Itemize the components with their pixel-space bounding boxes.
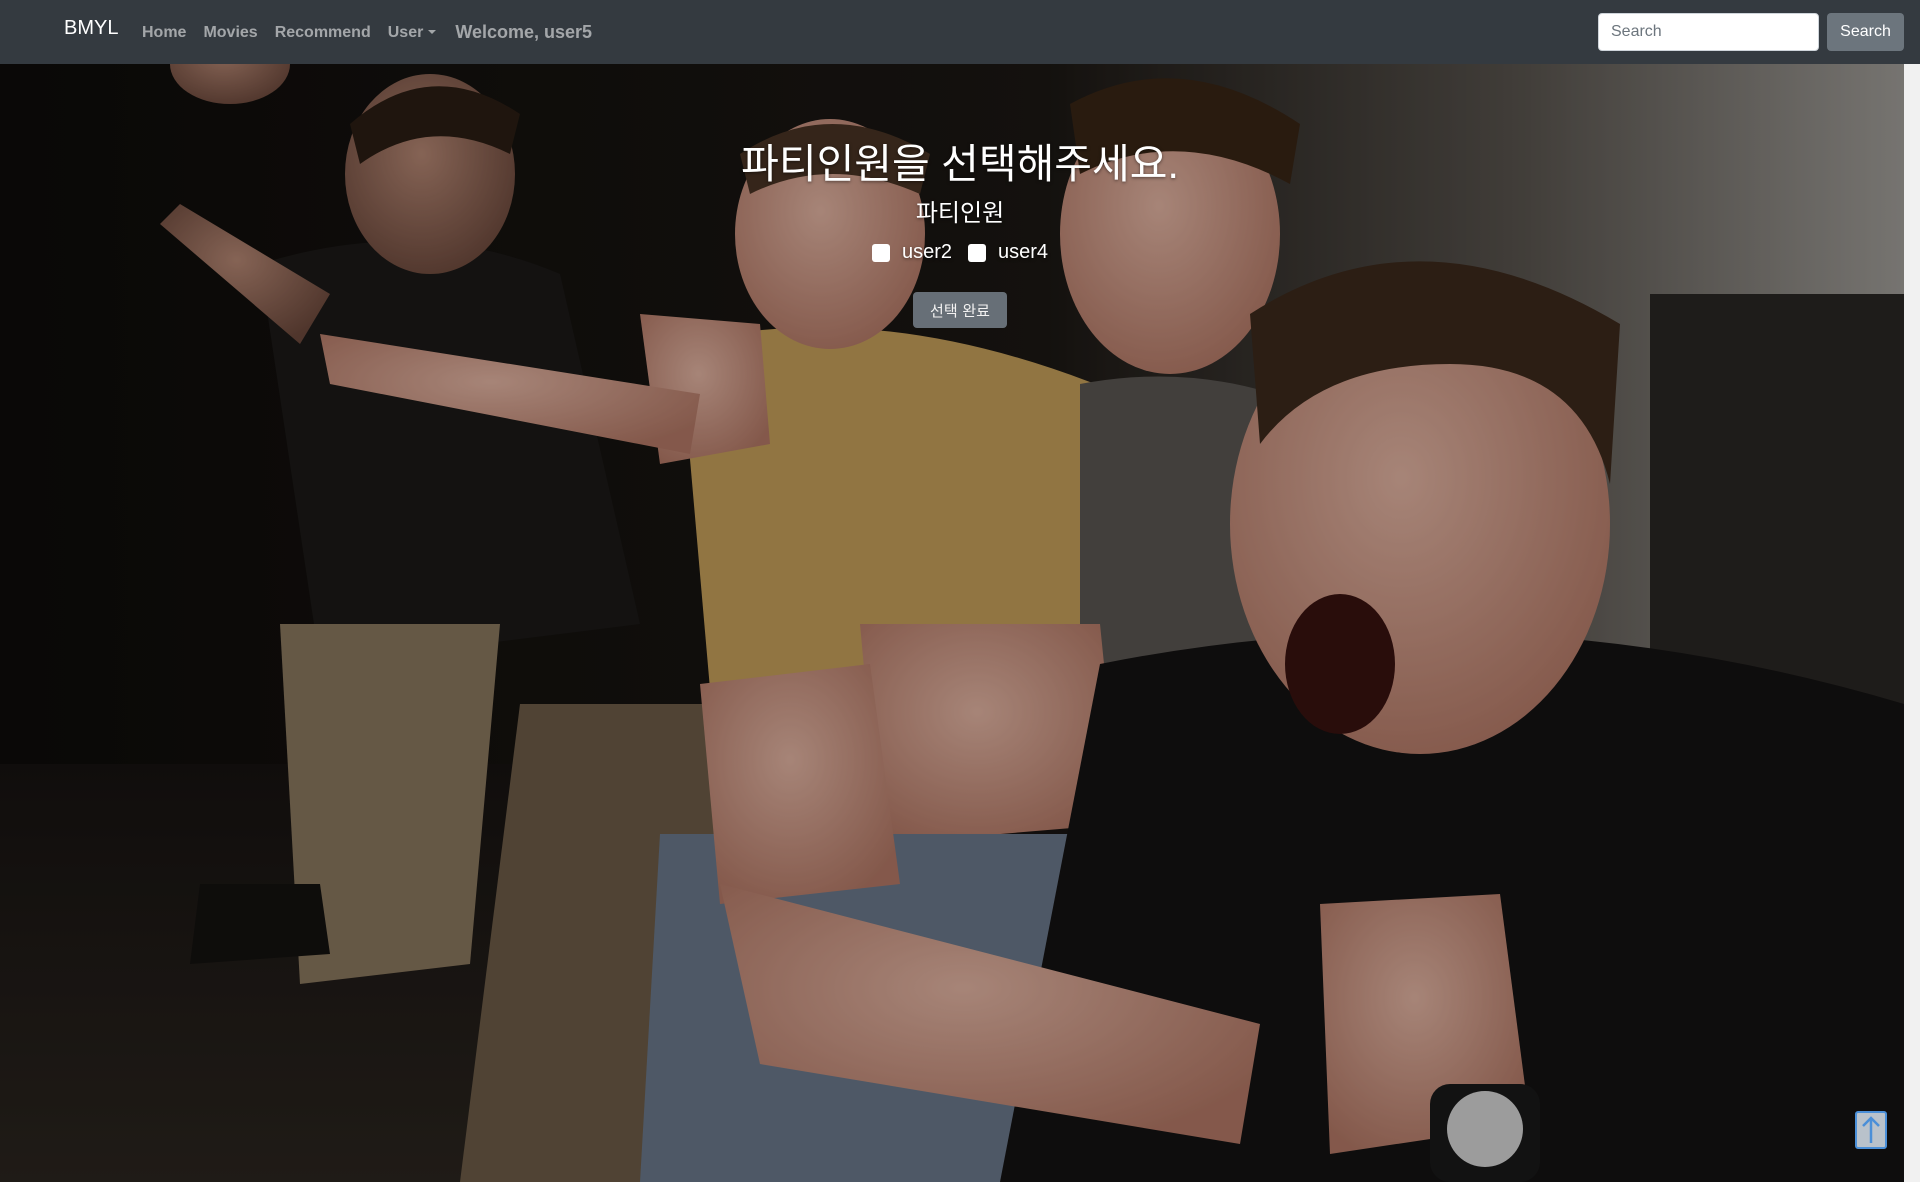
confirm-selection-button[interactable]: 선택 완료 [913, 292, 1007, 328]
member-option-user2[interactable]: user2 [871, 241, 952, 264]
brand-logo[interactable]: BMYL [64, 17, 118, 40]
page-scrollbar[interactable] [1904, 64, 1920, 1182]
party-select-heading: 파티인원을 선택해주세요. [741, 141, 1179, 187]
hero-background [0, 64, 1904, 1182]
member-label-user4: user4 [998, 241, 1049, 263]
navbar: BMYL Home Movies Recommend User Welcome,… [0, 0, 1920, 64]
search-button[interactable]: Search [1827, 13, 1904, 51]
member-option-user4[interactable]: user4 [968, 241, 1048, 264]
party-members-label: 파티인원 [915, 200, 1005, 227]
hero-image [0, 64, 1904, 1182]
checkbox-user2[interactable] [871, 243, 890, 262]
nav-user-dropdown[interactable]: User [388, 24, 437, 42]
member-label-user2: user2 [901, 241, 952, 263]
welcome-text: Welcome, user5 [455, 22, 593, 42]
checkbox-user4[interactable] [968, 243, 986, 262]
nav-recommend-link[interactable]: Recommend [275, 24, 371, 42]
scroll-top-button[interactable] [1855, 1111, 1887, 1149]
arrow-up-icon [1862, 1116, 1880, 1143]
caret-down-icon [428, 29, 437, 34]
nav-home-link[interactable]: Home [142, 24, 186, 42]
nav-movies-link[interactable]: Movies [203, 24, 257, 42]
nav-user-label: User [387, 23, 424, 41]
nav-links: Home Movies Recommend User Welcome, user… [142, 22, 592, 43]
party-member-list: user2 user4 [0, 241, 1920, 264]
search-input[interactable] [1598, 13, 1819, 51]
